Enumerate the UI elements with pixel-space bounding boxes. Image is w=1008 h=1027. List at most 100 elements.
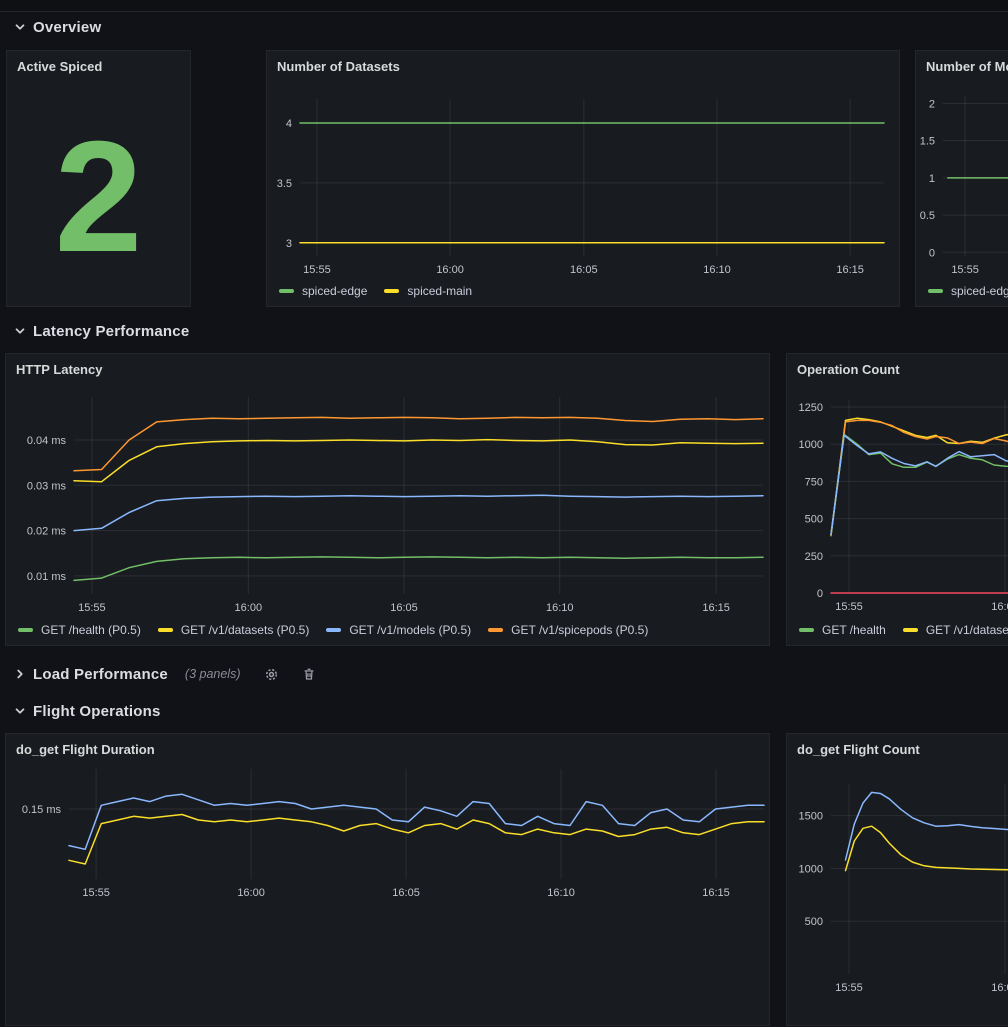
- svg-text:16:05: 16:05: [392, 887, 420, 899]
- svg-text:15:55: 15:55: [835, 601, 863, 613]
- svg-text:3: 3: [286, 238, 292, 250]
- legend-item[interactable]: GET /v1/models (P0.5): [326, 623, 471, 637]
- svg-text:15:55: 15:55: [951, 264, 979, 276]
- legend-label: GET /v1/spicepods (P0.5): [511, 623, 648, 637]
- svg-text:15:55: 15:55: [835, 982, 863, 994]
- big-stat-value: 2: [7, 91, 190, 302]
- panel-title[interactable]: Active Spiced: [17, 59, 102, 74]
- svg-text:1500: 1500: [799, 811, 823, 823]
- section-header-overview[interactable]: Overview: [13, 16, 101, 38]
- panel-number-of-models: 21.510.5015:5516:00 Number of Models spi…: [915, 50, 1008, 307]
- trash-icon: [302, 667, 316, 681]
- legend-item[interactable]: GET /health: [799, 623, 886, 637]
- panel-number-of-datasets: 43.5315:5516:0016:0516:1016:15 Number of…: [266, 50, 900, 307]
- svg-text:15:55: 15:55: [78, 602, 106, 614]
- panel-count-label: (3 panels): [185, 667, 241, 681]
- number-of-models-chart[interactable]: 21.510.5015:5516:00: [916, 51, 1008, 308]
- svg-text:500: 500: [805, 514, 823, 526]
- legend-swatch: [488, 628, 503, 632]
- section-header-latency-performance[interactable]: Latency Performance: [13, 320, 189, 342]
- svg-text:0.5: 0.5: [920, 210, 935, 222]
- legend-label: GET /v1/datasets: [926, 623, 1008, 637]
- svg-text:16:15: 16:15: [836, 264, 864, 276]
- panel-active-spiced: Active Spiced 2: [6, 50, 191, 307]
- legend-swatch: [18, 628, 33, 632]
- section-header-flight-operations[interactable]: Flight Operations: [13, 700, 161, 722]
- operation-count-chart[interactable]: 12501000750500250015:5516:00: [787, 354, 1008, 647]
- svg-text:16:15: 16:15: [702, 602, 730, 614]
- svg-text:3.5: 3.5: [277, 178, 292, 190]
- legend-label: GET /health: [822, 623, 886, 637]
- section-title-flight-operations[interactable]: Flight Operations: [33, 703, 161, 720]
- svg-text:16:05: 16:05: [390, 602, 418, 614]
- do-get-flight-count-chart[interactable]: 1500 1000 500 15:55 16:00: [787, 734, 1008, 1027]
- svg-text:250: 250: [805, 551, 823, 563]
- panel-title[interactable]: Operation Count: [797, 362, 900, 377]
- svg-text:16:00: 16:00: [991, 601, 1008, 613]
- svg-text:15:55: 15:55: [303, 264, 331, 276]
- chevron-down-icon[interactable]: [13, 20, 27, 34]
- panel-do-get-flight-count: 1500 1000 500 15:55 16:00 do_get Flight Coun…: [786, 733, 1008, 1026]
- section-title-overview[interactable]: Overview: [33, 19, 101, 36]
- svg-text:1: 1: [929, 173, 935, 185]
- chevron-right-icon[interactable]: [13, 667, 27, 681]
- legend-swatch: [384, 289, 399, 293]
- svg-text:16:00: 16:00: [991, 982, 1008, 994]
- legend-swatch: [903, 628, 918, 632]
- panel-title[interactable]: do_get Flight Duration: [16, 742, 155, 757]
- panel-http-latency: 0.04 ms0.03 ms0.02 ms0.01 ms15:5516:0016…: [5, 353, 770, 646]
- svg-text:16:10: 16:10: [547, 887, 575, 899]
- svg-text:0.01 ms: 0.01 ms: [27, 571, 67, 583]
- chart-legend: GET /health GET /v1/datasets: [799, 623, 1008, 637]
- legend-item[interactable]: GET /v1/datasets: [903, 623, 1008, 637]
- panel-title[interactable]: do_get Flight Count: [797, 742, 920, 757]
- svg-text:0.03 ms: 0.03 ms: [27, 480, 67, 492]
- svg-text:1000: 1000: [799, 863, 823, 875]
- section-title-latency-performance[interactable]: Latency Performance: [33, 323, 189, 340]
- do-get-flight-duration-chart[interactable]: 0.15 ms15:5516:0016:0516:1016:15: [6, 734, 771, 1027]
- svg-text:16:00: 16:00: [235, 602, 263, 614]
- panel-title[interactable]: HTTP Latency: [16, 362, 102, 377]
- legend-swatch: [158, 628, 173, 632]
- legend-swatch: [799, 628, 814, 632]
- svg-text:1250: 1250: [799, 402, 823, 414]
- svg-text:16:10: 16:10: [546, 602, 574, 614]
- panel-title[interactable]: Number of Models: [926, 59, 1008, 74]
- legend-item[interactable]: spiced-edge: [928, 284, 1008, 298]
- row-settings-button[interactable]: [264, 667, 279, 682]
- svg-text:0.15 ms: 0.15 ms: [22, 804, 62, 816]
- panel-operation-count: 12501000750500250015:5516:00 Operation C…: [786, 353, 1008, 646]
- legend-item[interactable]: GET /v1/datasets (P0.5): [158, 623, 310, 637]
- legend-label: spiced-edge: [302, 284, 367, 298]
- panel-title[interactable]: Number of Datasets: [277, 59, 400, 74]
- svg-text:16:00: 16:00: [237, 887, 265, 899]
- top-nav-edge: [0, 0, 1008, 12]
- chart-legend: spiced-edge spiced-main: [279, 284, 472, 298]
- legend-label: GET /health (P0.5): [41, 623, 141, 637]
- chevron-down-icon[interactable]: [13, 704, 27, 718]
- chevron-down-icon[interactable]: [13, 324, 27, 338]
- legend-item[interactable]: GET /health (P0.5): [18, 623, 141, 637]
- svg-text:1.5: 1.5: [920, 136, 935, 148]
- svg-text:16:05: 16:05: [570, 264, 598, 276]
- legend-label: spiced-main: [407, 284, 472, 298]
- number-of-datasets-chart[interactable]: 43.5315:5516:0016:0516:1016:15: [267, 51, 901, 308]
- svg-text:0: 0: [817, 588, 823, 600]
- svg-text:16:00: 16:00: [436, 264, 464, 276]
- row-delete-button[interactable]: [302, 667, 316, 681]
- legend-item[interactable]: spiced-edge: [279, 284, 367, 298]
- svg-text:0.04 ms: 0.04 ms: [27, 435, 67, 447]
- legend-item[interactable]: spiced-main: [384, 284, 472, 298]
- svg-text:0: 0: [929, 247, 935, 259]
- http-latency-chart[interactable]: 0.04 ms0.03 ms0.02 ms0.01 ms15:5516:0016…: [6, 354, 771, 647]
- legend-label: GET /v1/models (P0.5): [349, 623, 471, 637]
- svg-text:4: 4: [286, 118, 292, 130]
- legend-swatch: [928, 289, 943, 293]
- svg-text:500: 500: [805, 916, 823, 928]
- legend-item[interactable]: GET /v1/spicepods (P0.5): [488, 623, 648, 637]
- chart-legend: spiced-edge: [928, 284, 1008, 298]
- section-header-load-performance[interactable]: Load Performance (3 panels): [13, 663, 316, 685]
- svg-text:2: 2: [929, 98, 935, 110]
- section-title-load-performance[interactable]: Load Performance: [33, 666, 168, 683]
- legend-label: spiced-edge: [951, 284, 1008, 298]
